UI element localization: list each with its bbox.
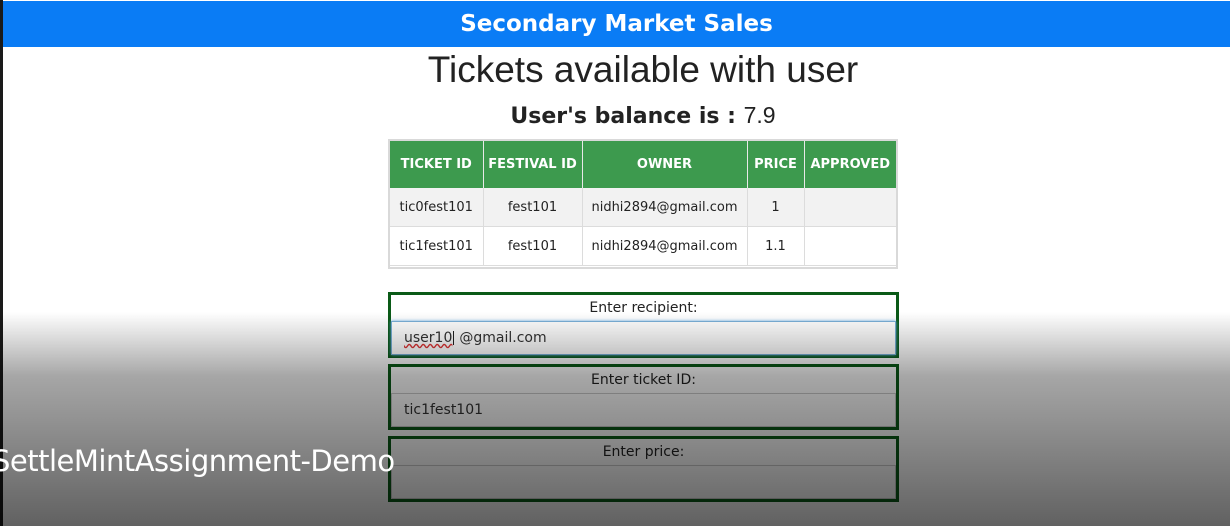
- price-group: Enter price:: [388, 436, 899, 502]
- balance-line: User's balance is : 7.9: [0, 102, 1230, 129]
- text-cursor-icon: [453, 331, 458, 345]
- cell-owner: nidhi2894@gmail.com: [582, 226, 748, 266]
- column-header-ticket-id[interactable]: TICKET ID: [390, 141, 484, 188]
- cell-approved: [804, 188, 896, 227]
- cell-ticket-id: tic1fest101: [390, 226, 484, 266]
- column-header-approved[interactable]: APPROVED: [804, 141, 896, 188]
- tickets-table-container: TICKET ID FESTIVAL ID OWNER PRICE APPROV…: [388, 139, 898, 269]
- ticket-id-input[interactable]: tic1fest101: [391, 393, 896, 427]
- page-title: Tickets available with user: [427, 49, 859, 90]
- price-input[interactable]: [391, 465, 896, 499]
- recipient-label: Enter recipient:: [391, 295, 896, 321]
- cell-price: 1.1: [747, 226, 805, 266]
- recipient-value-part1: user10: [404, 330, 453, 346]
- cell-festival-id: fest101: [483, 188, 583, 227]
- cell-owner: nidhi2894@gmail.com: [582, 188, 748, 227]
- recipient-value-part2: @gmail.com: [459, 330, 547, 346]
- ticket-id-group: Enter ticket ID: tic1fest101: [388, 364, 899, 430]
- cell-approved: [804, 226, 896, 266]
- column-header-price[interactable]: PRICE: [747, 141, 805, 188]
- recipient-group: Enter recipient: user10 @gmail.com: [388, 292, 899, 358]
- table-row[interactable]: tic1fest101 fest101 nidhi2894@gmail.com …: [390, 226, 896, 266]
- price-label: Enter price:: [391, 439, 896, 465]
- balance-label: User's balance is :: [510, 104, 736, 129]
- balance-value: 7.9: [743, 102, 776, 128]
- recipient-input[interactable]: user10 @gmail.com: [391, 321, 896, 355]
- app-header: Secondary Market Sales: [3, 1, 1230, 47]
- cell-ticket-id: tic0fest101: [390, 188, 484, 227]
- header-title: Secondary Market Sales: [460, 11, 773, 37]
- tickets-table: TICKET ID FESTIVAL ID OWNER PRICE APPROV…: [390, 141, 896, 266]
- column-header-festival-id[interactable]: FESTIVAL ID: [483, 141, 583, 188]
- cell-price: 1: [747, 188, 805, 227]
- table-row[interactable]: tic0fest101 fest101 nidhi2894@gmail.com …: [390, 188, 896, 227]
- ticket-id-label: Enter ticket ID:: [391, 367, 896, 393]
- cell-festival-id: fest101: [483, 226, 583, 266]
- video-title-watermark: SettleMintAssignment-Demo: [0, 444, 395, 478]
- ticket-id-value: tic1fest101: [404, 402, 484, 418]
- column-header-owner[interactable]: OWNER: [582, 141, 748, 188]
- table-header-row: TICKET ID FESTIVAL ID OWNER PRICE APPROV…: [390, 141, 896, 188]
